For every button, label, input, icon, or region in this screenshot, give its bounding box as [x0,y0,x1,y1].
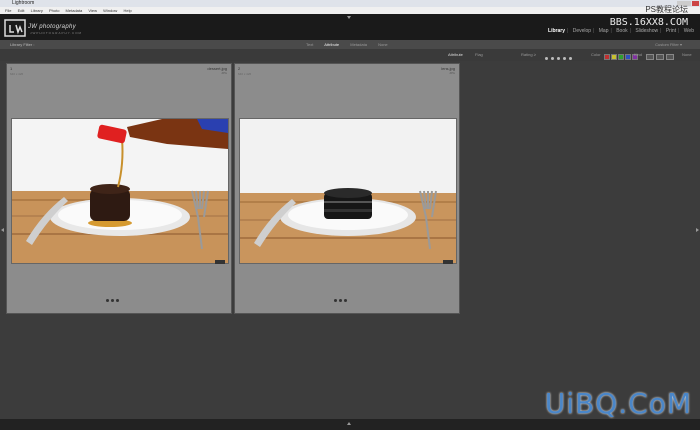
camera-logo-icon [4,19,26,37]
attribute-bar: Attribute Flag Rating ≥ Color Kind None [0,49,700,61]
menu-help[interactable]: Help [123,8,131,13]
grid-cell-2[interactable]: 2 640 x 426 lens.jpg JPG [234,63,460,314]
watermark-top: PS教程论坛 [645,5,688,14]
attribute-label: Attribute [448,52,463,57]
cell-more-dots[interactable] [334,289,349,307]
thumbnail-grid: 1 640 x 426 dessert.jpg JPG 2 640 x 426 … [6,61,694,419]
window-title-bar: Lightroom [0,0,700,7]
module-web[interactable]: Web [684,28,694,34]
watermark-bottom: UiBQ.CoM [544,387,692,420]
blue-swatch[interactable] [625,54,631,60]
module-picker: Library | Develop | Map | Book | Slideshow | … [548,28,694,34]
photo-thumbnail-lens[interactable] [239,118,457,264]
rating-label[interactable]: Rating ≥ [521,49,536,61]
star-icon[interactable] [569,57,572,60]
module-slideshow[interactable]: Slideshow [635,28,658,34]
video-icon[interactable] [666,54,674,60]
close-button[interactable] [692,1,699,6]
cell-dimensions: 640 x 426 [10,72,24,76]
kind-label: Kind [634,52,643,57]
menu-window[interactable]: Window [103,8,117,13]
module-book[interactable]: Book [616,28,627,34]
star-icon[interactable] [563,57,566,60]
master-photo-icon[interactable] [646,54,654,60]
library-filter-title: Library Filter : [10,42,35,47]
cell-index: 1 [10,66,13,71]
filter-tab-attribute[interactable]: Attribute [324,42,339,47]
star-icon[interactable] [551,57,554,60]
logo-subtext: JWPHOTOGRAPHY.COM [30,31,83,35]
metadata-badge-icon [443,260,453,264]
right-panel-triangle-icon[interactable] [696,228,699,232]
filter-tab-text[interactable]: Text [306,42,313,47]
metadata-badge-icon [215,260,225,264]
module-library[interactable]: Library [548,28,565,34]
library-filter-bar: Library Filter : Text Attribute Metadata… [0,40,700,49]
menu-bar: File Edit Library Photo Metadata View Wi… [0,7,700,14]
top-panel-triangle-icon[interactable] [347,16,351,19]
module-print[interactable]: Print [666,28,676,34]
virtual-copy-icon[interactable] [656,54,664,60]
cell-more-dots[interactable] [106,289,121,307]
attribute-none[interactable]: None [682,49,692,61]
rating-operator[interactable]: ≥ [534,52,536,57]
cell-extension: JPG [449,71,455,75]
watermark-site: BBS.16XX8.COM [609,17,688,28]
menu-edit[interactable]: Edit [18,8,25,13]
photo-thumbnail-dessert[interactable] [11,118,229,264]
flag-label[interactable]: Flag [475,49,483,61]
star-icon[interactable] [557,57,560,60]
filter-tab-metadata[interactable]: Metadata [350,42,367,47]
bottom-panel-triangle-icon[interactable] [347,422,351,425]
logo-text: JW photography [28,24,76,30]
yellow-swatch[interactable] [611,54,617,60]
menu-metadata[interactable]: Metadata [66,8,83,13]
module-map[interactable]: Map [599,28,609,34]
cell-index: 2 [238,66,241,71]
menu-file[interactable]: File [5,8,11,13]
module-develop[interactable]: Develop [573,28,591,34]
window-title: Lightroom [12,0,35,6]
filter-tab-none[interactable]: None [378,42,388,47]
green-swatch[interactable] [618,54,624,60]
custom-filter-dropdown[interactable]: Custom Filter ▾ [655,40,682,49]
red-swatch[interactable] [604,54,610,60]
cell-extension: JPG [221,71,227,75]
star-icon[interactable] [545,57,548,60]
menu-library[interactable]: Library [31,8,43,13]
menu-view[interactable]: View [88,8,97,13]
left-panel-triangle-icon[interactable] [1,228,4,232]
color-label: Color [591,52,601,57]
grid-cell-1[interactable]: 1 640 x 426 dessert.jpg JPG [6,63,232,314]
menu-photo[interactable]: Photo [49,8,59,13]
cell-dimensions: 640 x 426 [238,72,252,76]
